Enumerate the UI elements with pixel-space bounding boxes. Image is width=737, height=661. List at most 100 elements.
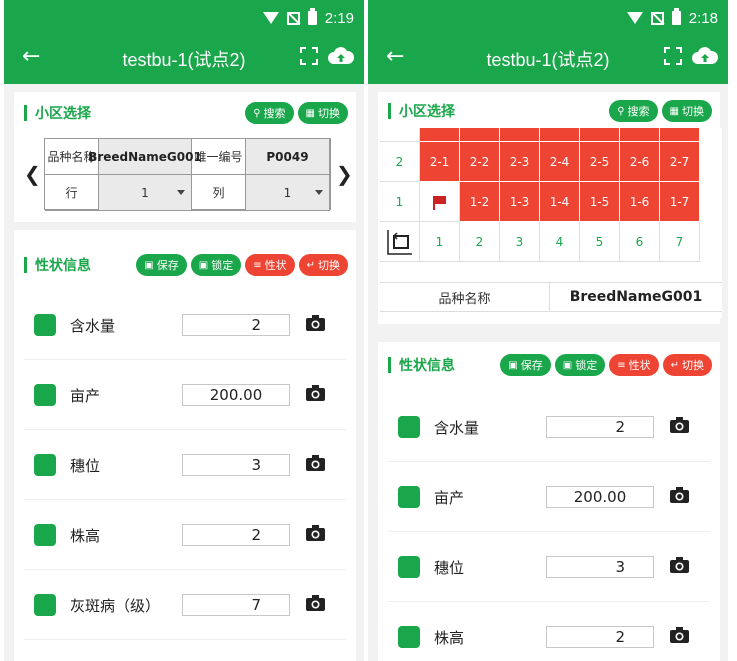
- plot-section-title: 小区选择: [399, 104, 455, 120]
- status-time: 2:19: [324, 9, 354, 27]
- plot-cell[interactable]: 3-1: [420, 128, 460, 142]
- lock-icon: ▣: [198, 259, 209, 271]
- save-icon: ▣: [144, 259, 154, 271]
- fullscreen-icon[interactable]: [664, 47, 682, 65]
- plot-cell[interactable]: 1-6: [620, 182, 660, 222]
- trait-value-input[interactable]: 3: [182, 454, 290, 476]
- trait-checkbox[interactable]: [398, 486, 420, 508]
- trait-name: 含水量: [70, 317, 116, 335]
- plot-cell[interactable]: 2-5: [580, 142, 620, 182]
- plot-cell[interactable]: 2-6: [620, 142, 660, 182]
- switch-view-button[interactable]: ▦ 切换: [661, 100, 712, 122]
- camera-icon[interactable]: [670, 627, 689, 643]
- plot-cell[interactable]: 3-2: [460, 128, 500, 142]
- plot-cell[interactable]: 1-3: [500, 182, 540, 222]
- row-label: 行: [45, 175, 99, 211]
- trait-value-input[interactable]: 200.00: [546, 486, 654, 508]
- no-signal-icon: [286, 11, 300, 25]
- trait-value-input[interactable]: 2: [182, 524, 290, 546]
- trait-value-input[interactable]: 2: [546, 416, 654, 438]
- trait-name: 株高: [70, 527, 101, 545]
- plot-cell[interactable]: 2-7: [660, 142, 700, 182]
- column-number-label: 4: [540, 222, 580, 262]
- selected-plot-cell[interactable]: [420, 182, 460, 222]
- trait-name: 株高: [434, 629, 465, 647]
- trait-checkbox[interactable]: [34, 384, 56, 406]
- trait-checkbox[interactable]: [398, 626, 420, 648]
- trait-value-input[interactable]: 2: [546, 626, 654, 648]
- column-number-label: 2: [460, 222, 500, 262]
- save-button[interactable]: ▣ 保存: [500, 354, 551, 376]
- col-select[interactable]: 1: [246, 175, 330, 211]
- plot-cell[interactable]: 2-1: [420, 142, 460, 182]
- trait-row: 株高 2: [24, 500, 346, 570]
- trait-checkbox[interactable]: [398, 416, 420, 438]
- plot-cell[interactable]: 2-4: [540, 142, 580, 182]
- flag-icon: [432, 195, 447, 210]
- plot-cell[interactable]: 1-7: [660, 182, 700, 222]
- cloud-upload-icon[interactable]: [692, 46, 718, 66]
- trait-checkbox[interactable]: [398, 556, 420, 578]
- trait-name: 穗位: [70, 457, 101, 475]
- trait-section-title: 性状信息: [35, 258, 91, 274]
- plot-cell[interactable]: 3-4: [540, 128, 580, 142]
- switch-view-button[interactable]: ▦ 切换: [297, 102, 348, 124]
- switch-button[interactable]: ↵ 切换: [662, 354, 712, 376]
- plot-cell[interactable]: 2-3: [500, 142, 540, 182]
- col-label: 列: [192, 175, 246, 211]
- camera-icon[interactable]: [670, 487, 689, 503]
- plot-cell[interactable]: 1-4: [540, 182, 580, 222]
- next-plot-chevron-icon[interactable]: ❯: [336, 162, 353, 186]
- plot-cell[interactable]: 3-6: [620, 128, 660, 142]
- app-bar: 2:19 ← testbu-1(试点2): [4, 0, 364, 84]
- trait-value-input[interactable]: 7: [182, 594, 290, 616]
- column-number-label: 6: [620, 222, 660, 262]
- trait-name: 含水量: [434, 419, 480, 437]
- battery-icon: [307, 8, 317, 25]
- switch-button[interactable]: ↵ 切换: [298, 254, 348, 276]
- trait-checkbox[interactable]: [34, 524, 56, 546]
- plot-info-table: 品种名称 BreedNameG001 唯一编号 P0049 行 1 列 1: [44, 138, 331, 211]
- camera-icon[interactable]: [306, 595, 325, 611]
- camera-icon[interactable]: [670, 417, 689, 433]
- prev-plot-chevron-icon[interactable]: ❮: [24, 162, 41, 186]
- camera-icon[interactable]: [306, 385, 325, 401]
- fullscreen-icon[interactable]: [300, 47, 318, 65]
- search-button[interactable]: ⚲ 搜索: [245, 102, 294, 124]
- trait-checkbox[interactable]: [34, 314, 56, 336]
- section-marker: [388, 103, 391, 119]
- save-button[interactable]: ▣ 保存: [136, 254, 187, 276]
- trait-checkbox[interactable]: [34, 594, 56, 616]
- trait-row: 含水量 2: [24, 290, 346, 360]
- battery-icon: [671, 8, 681, 25]
- search-button[interactable]: ⚲ 搜索: [609, 100, 658, 122]
- trait-row: 亩产 200.00: [388, 462, 710, 532]
- status-bar: 2:18: [626, 8, 718, 28]
- trait-name: 灰斑病（级）: [70, 597, 161, 615]
- row-select[interactable]: 1: [99, 175, 192, 211]
- trait-value-input[interactable]: 200.00: [182, 384, 290, 406]
- plot-section-header: 小区选择 ⚲ 搜索 ▦ 切换: [24, 100, 348, 126]
- lock-button[interactable]: ▣ 锁定: [554, 354, 606, 376]
- plot-cell[interactable]: 2-2: [460, 142, 500, 182]
- list-icon: ≡: [617, 359, 626, 371]
- plot-cell[interactable]: 1-5: [580, 182, 620, 222]
- plot-cell[interactable]: 3-3: [500, 128, 540, 142]
- traits-button[interactable]: ≡ 性状: [245, 254, 295, 276]
- trait-checkbox[interactable]: [34, 454, 56, 476]
- plot-cell[interactable]: 3-7: [660, 128, 700, 142]
- search-icon: ⚲: [617, 105, 625, 117]
- traits-button[interactable]: ≡ 性状: [609, 354, 659, 376]
- lock-button[interactable]: ▣ 锁定: [190, 254, 242, 276]
- plot-cell[interactable]: 1-2: [460, 182, 500, 222]
- camera-icon[interactable]: [306, 315, 325, 331]
- camera-icon[interactable]: [670, 557, 689, 573]
- trait-value-input[interactable]: 2: [182, 314, 290, 336]
- camera-icon[interactable]: [306, 525, 325, 541]
- cloud-upload-icon[interactable]: [328, 46, 354, 66]
- row-number-label: 3: [380, 128, 420, 142]
- plot-cell[interactable]: 3-5: [580, 128, 620, 142]
- trait-value-input[interactable]: 3: [546, 556, 654, 578]
- column-number-label: 1: [420, 222, 460, 262]
- camera-icon[interactable]: [306, 455, 325, 471]
